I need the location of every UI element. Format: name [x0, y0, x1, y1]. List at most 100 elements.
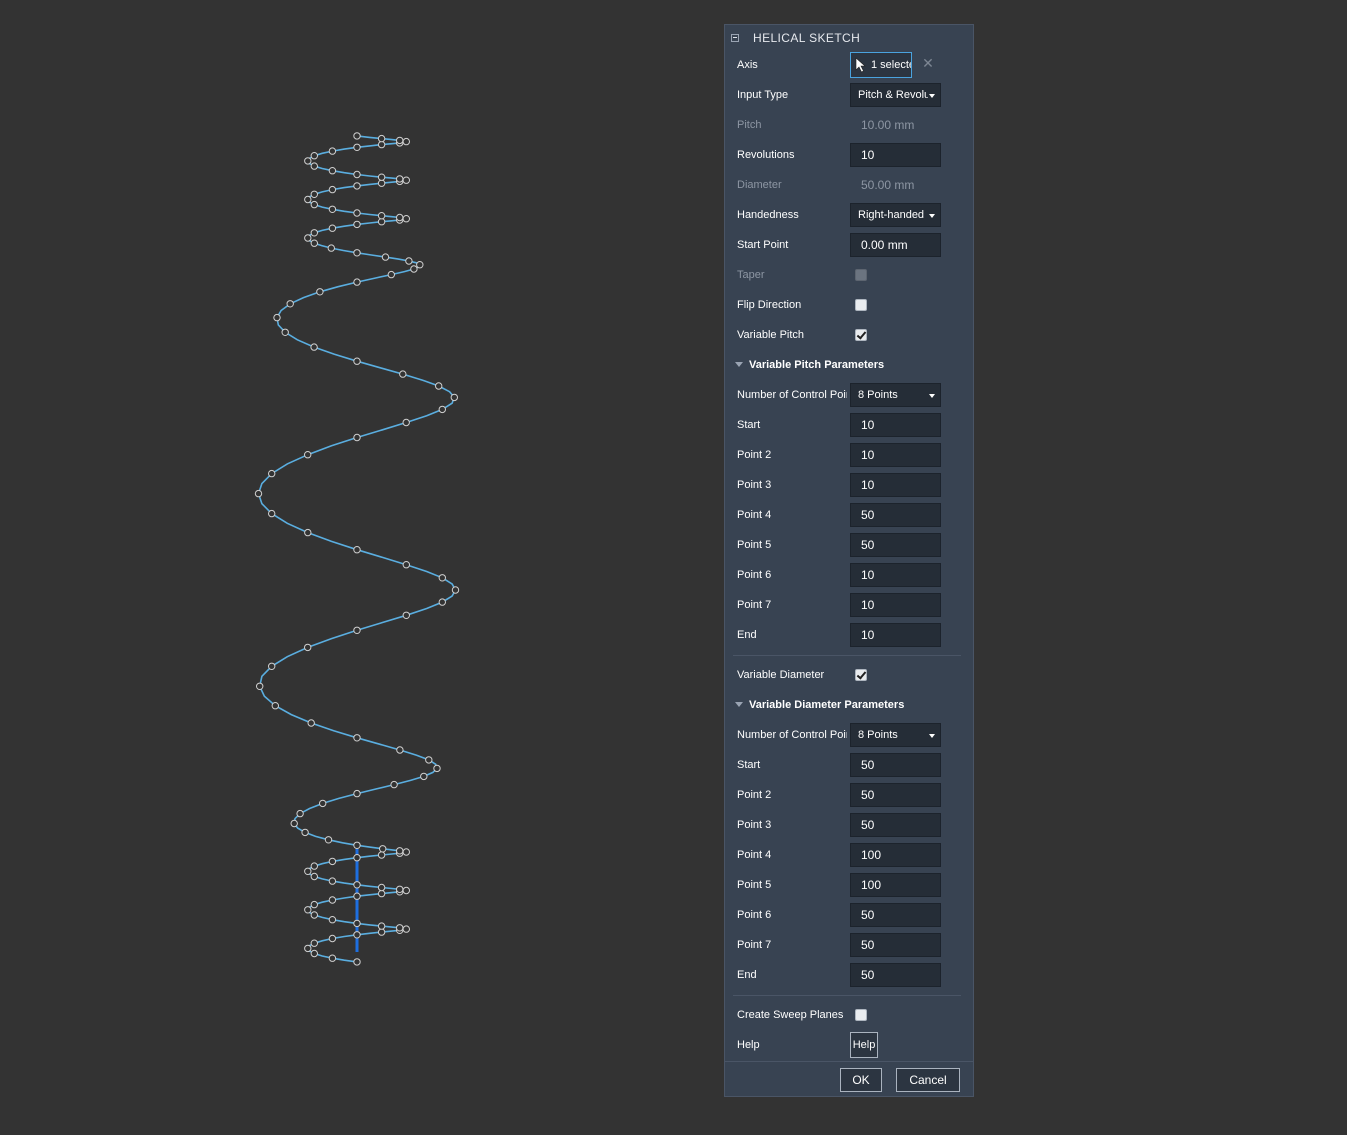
- vp-point-input[interactable]: 50: [850, 503, 941, 527]
- vp-num-control-points-row: Number of Control Points 8 Points: [725, 380, 973, 410]
- vp-point-input[interactable]: 50: [850, 533, 941, 557]
- create-sweep-planes-checkbox[interactable]: [855, 1009, 867, 1021]
- helix-fit-point: [396, 847, 404, 855]
- cancel-button[interactable]: Cancel: [896, 1068, 960, 1092]
- vd-point-row: Point 3 50: [725, 810, 973, 840]
- helix-fit-point: [310, 900, 318, 909]
- vp-point-input[interactable]: 10: [850, 473, 941, 497]
- vd-point-input[interactable]: 50: [850, 783, 941, 807]
- helix-fit-point: [327, 244, 335, 252]
- helix-fit-point: [304, 157, 312, 165]
- start-point-input[interactable]: 0.00 mm: [850, 233, 941, 257]
- helix-fit-point: [416, 261, 424, 269]
- start-point-row: Start Point 0.00 mm: [725, 230, 973, 260]
- revolutions-input[interactable]: 10: [850, 143, 941, 167]
- vp-point-input[interactable]: 10: [850, 413, 941, 437]
- vp-point-input[interactable]: 10: [850, 623, 941, 647]
- vd-point-input[interactable]: 100: [850, 873, 941, 897]
- helix-fit-point: [353, 841, 361, 849]
- helix-fit-point: [399, 370, 407, 378]
- vd-point-input[interactable]: 50: [850, 753, 941, 777]
- helix-fit-point: [377, 883, 386, 892]
- vp-point-input[interactable]: 10: [850, 593, 941, 617]
- helix-fit-point: [328, 857, 337, 866]
- variable-pitch-params-title: Variable Pitch Parameters: [749, 359, 885, 371]
- flip-direction-checkbox[interactable]: [855, 299, 867, 311]
- helix-fit-point: [377, 922, 386, 930]
- vp-point-input[interactable]: 10: [850, 443, 941, 467]
- helix-fit-point: [353, 626, 361, 634]
- helix-fit-point: [324, 836, 333, 844]
- vd-point-input[interactable]: 50: [850, 963, 941, 987]
- vd-num-control-points-value: 8 Points: [858, 729, 898, 741]
- vd-point-input[interactable]: 50: [850, 813, 941, 837]
- vp-point-input[interactable]: 10: [850, 563, 941, 587]
- handedness-dropdown[interactable]: Right-handed: [850, 203, 941, 227]
- ok-button[interactable]: OK: [840, 1068, 882, 1092]
- helix-fit-point: [310, 862, 318, 870]
- input-type-dropdown[interactable]: Pitch & Revolutions: [850, 83, 941, 107]
- vd-num-control-points-label: Number of Control Points: [737, 729, 847, 741]
- helix-fit-point: [328, 934, 337, 943]
- helix-fit-point: [310, 343, 318, 351]
- clear-icon[interactable]: ✕: [922, 56, 934, 70]
- helix-fit-point: [304, 451, 312, 459]
- helix-fit-point: [268, 662, 276, 670]
- helix-fit-point: [353, 278, 361, 286]
- vd-point-input[interactable]: 50: [850, 903, 941, 927]
- helix-fit-point: [328, 185, 337, 194]
- helix-fit-point: [353, 854, 361, 862]
- panel-header: HELICAL SKETCH: [725, 25, 973, 51]
- helix-fit-point: [377, 928, 386, 936]
- vp-num-control-points-label: Number of Control Points: [737, 389, 847, 401]
- helix-fit-point: [328, 147, 337, 155]
- helix-fit-point: [402, 886, 410, 895]
- vd-point-row: End 50: [725, 960, 973, 990]
- helix-fit-point: [310, 239, 318, 247]
- axis-select-button[interactable]: 1 selected: [850, 52, 912, 78]
- collapse-icon[interactable]: [731, 34, 739, 42]
- taper-label: Taper: [737, 269, 765, 281]
- vd-point-label: Point 7: [737, 939, 772, 951]
- variable-diameter-checkbox[interactable]: [855, 669, 867, 681]
- vd-point-input[interactable]: 50: [850, 933, 941, 957]
- helix-fit-point: [402, 215, 410, 223]
- variable-diameter-params-header[interactable]: Variable Diameter Parameters: [725, 690, 973, 720]
- diameter-value: 50.00 mm: [861, 178, 915, 192]
- variable-pitch-checkbox[interactable]: [855, 329, 867, 341]
- helix-fit-point: [256, 682, 264, 690]
- helix-fit-point: [405, 257, 413, 265]
- variable-pitch-params-header[interactable]: Variable Pitch Parameters: [725, 350, 973, 380]
- vp-point-row: Point 7 10: [725, 590, 973, 620]
- helix-fit-point: [328, 954, 337, 962]
- helix-fit-point: [304, 234, 312, 242]
- helix-fit-point: [396, 885, 404, 893]
- helix-fit-point: [402, 611, 410, 619]
- helix-fit-point: [377, 134, 386, 143]
- helix-fit-point: [435, 382, 443, 390]
- helix-fit-point: [402, 137, 410, 146]
- viewport[interactable]: [0, 0, 720, 1135]
- vd-point-input[interactable]: 100: [850, 843, 941, 867]
- helix-fit-point: [353, 734, 361, 742]
- vd-point-row: Point 7 50: [725, 930, 973, 960]
- vp-num-control-points-dropdown[interactable]: 8 Points: [850, 383, 941, 407]
- helix-fit-point: [353, 881, 361, 889]
- caret-down-icon: [929, 394, 935, 398]
- vd-num-control-points-dropdown[interactable]: 8 Points: [850, 723, 941, 747]
- vd-point-row: Point 2 50: [725, 780, 973, 810]
- help-label: Help: [737, 1039, 760, 1051]
- helix-fit-point: [271, 702, 279, 710]
- vd-point-label: Point 4: [737, 849, 772, 861]
- help-button[interactable]: Help: [850, 1032, 878, 1058]
- axis-selection-text: 1 selected: [871, 59, 911, 71]
- vp-point-label: End: [737, 629, 757, 641]
- helix-canvas[interactable]: [0, 0, 720, 1135]
- helix-fit-point: [353, 357, 361, 365]
- vd-point-label: Point 5: [737, 879, 772, 891]
- cursor-icon: [855, 57, 866, 73]
- helix-fit-point: [319, 799, 327, 808]
- helix-fit-point: [377, 179, 386, 187]
- diameter-label: Diameter: [737, 179, 782, 191]
- vp-point-label: Point 5: [737, 539, 772, 551]
